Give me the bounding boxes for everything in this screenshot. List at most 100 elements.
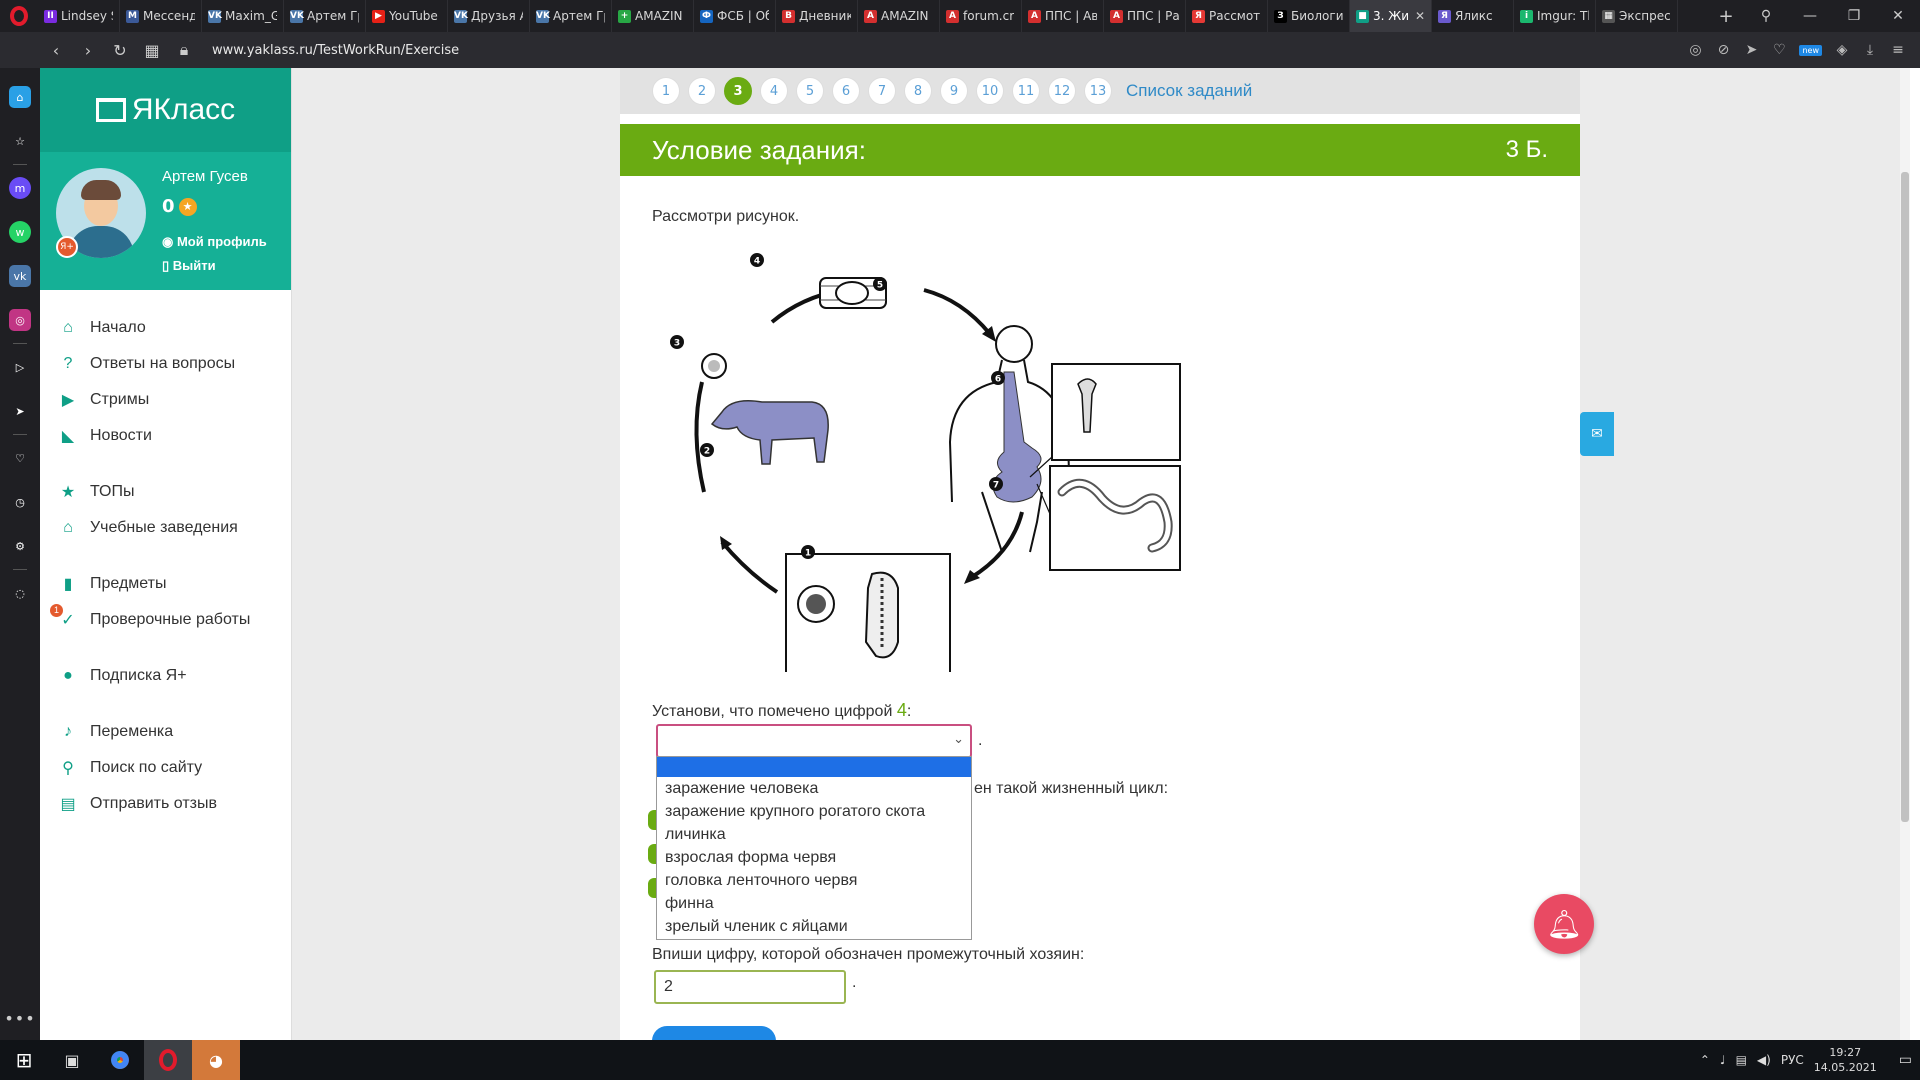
- browser-tab[interactable]: A ППС | Ав: [1022, 0, 1104, 32]
- browser-tab[interactable]: VKАртем Гр: [530, 0, 612, 32]
- game-app-icon[interactable]: ◕: [192, 1040, 240, 1080]
- settings-gear-icon[interactable]: ⚙: [9, 535, 31, 557]
- page-button[interactable]: 5: [796, 77, 824, 105]
- sidebar-item[interactable]: ▤ Отправить отзыв: [40, 786, 291, 822]
- dropdown-option[interactable]: заражение крупного рогатого скота: [657, 800, 971, 823]
- sidebar-item[interactable]: ★ ТОПы: [40, 474, 291, 510]
- tips-bulb-icon[interactable]: ◌: [9, 582, 31, 604]
- task-view-icon[interactable]: ▣: [48, 1040, 96, 1080]
- browser-tab[interactable]: B Дневник: [776, 0, 858, 32]
- maximize-button[interactable]: ❐: [1832, 0, 1876, 32]
- messenger-icon[interactable]: m: [9, 177, 31, 199]
- reload-button[interactable]: ↻: [104, 41, 136, 60]
- logout-link[interactable]: ▯ Выйти: [162, 258, 216, 274]
- sidebar-item[interactable]: ♪ Переменка: [40, 714, 291, 750]
- page-scrollbar[interactable]: [1900, 68, 1910, 1040]
- adblock-icon[interactable]: ⊘: [1715, 42, 1731, 58]
- more-dots-icon[interactable]: •••: [4, 1009, 35, 1028]
- network-icon[interactable]: ▤: [1736, 1053, 1747, 1067]
- page-button[interactable]: 9: [940, 77, 968, 105]
- new-feature-badge[interactable]: new: [1799, 44, 1822, 56]
- microphone-icon[interactable]: ♩: [1720, 1053, 1726, 1067]
- sidebar-item[interactable]: ◣ Новости: [40, 418, 291, 454]
- dropdown-option[interactable]: заражение человека: [657, 777, 971, 800]
- sidebar-item[interactable]: ✓ 1 Проверочные работы: [40, 602, 291, 638]
- browser-tab[interactable]: A ППС | Ра: [1104, 0, 1186, 32]
- language-indicator[interactable]: РУС: [1781, 1053, 1804, 1067]
- page-button[interactable]: 8: [904, 77, 932, 105]
- site-logo[interactable]: ЯКласс: [40, 68, 291, 152]
- browser-tab[interactable]: VKАртем Гр: [284, 0, 366, 32]
- notifications-bell-icon[interactable]: 🔔︎: [1534, 894, 1594, 954]
- bookmarks-icon[interactable]: ☆: [9, 130, 31, 152]
- url-field[interactable]: www.yaklass.ru/TestWorkRun/Exercise: [212, 43, 459, 58]
- page-button[interactable]: 11: [1012, 77, 1040, 105]
- intermediate-host-input[interactable]: 2: [654, 970, 846, 1004]
- speed-dial-icon[interactable]: ⌂: [9, 86, 31, 108]
- page-button[interactable]: 2: [688, 77, 716, 105]
- dropdown-option[interactable]: финна: [657, 892, 971, 915]
- browser-tab[interactable]: II Lindsey S: [38, 0, 120, 32]
- browser-tab[interactable]: ▶ YouTube: [366, 0, 448, 32]
- chrome-icon[interactable]: [96, 1040, 144, 1080]
- minimize-button[interactable]: —: [1788, 0, 1832, 32]
- page-button[interactable]: 7: [868, 77, 896, 105]
- browser-tab[interactable]: Aforum.cr: [940, 0, 1022, 32]
- instagram-icon[interactable]: ◎: [9, 309, 31, 331]
- browser-tab[interactable]: ▦ Экспрес: [1596, 0, 1678, 32]
- easy-setup-icon[interactable]: ≡: [1890, 42, 1906, 58]
- page-button[interactable]: 12: [1048, 77, 1076, 105]
- tabs-overview-button[interactable]: ▦: [136, 41, 168, 60]
- sidebar-item[interactable]: ● Подписка Я+: [40, 658, 291, 694]
- browser-tab[interactable]: ■ 3. Жи ✕: [1350, 0, 1432, 32]
- heart-icon[interactable]: ♡: [1771, 42, 1787, 58]
- close-tab-icon[interactable]: ✕: [1415, 9, 1425, 23]
- browser-tab[interactable]: VK Maxim_G: [202, 0, 284, 32]
- cube-icon[interactable]: ◈: [1834, 42, 1850, 58]
- volume-icon[interactable]: ◀): [1757, 1053, 1771, 1067]
- close-window-button[interactable]: ✕: [1876, 0, 1920, 32]
- dropdown-option[interactable]: взрослая форма червя: [657, 846, 971, 869]
- browser-tab[interactable]: Я Рассмотр: [1186, 0, 1268, 32]
- history-icon[interactable]: ◷: [9, 491, 31, 513]
- browser-tab[interactable]: Я Яликс: [1432, 0, 1514, 32]
- page-button[interactable]: 1: [652, 77, 680, 105]
- scrollbar-thumb[interactable]: [1901, 172, 1909, 822]
- page-button[interactable]: 6: [832, 77, 860, 105]
- sidebar-item[interactable]: ⚲ Поиск по сайту: [40, 750, 291, 786]
- send-icon[interactable]: ➤: [1743, 42, 1759, 58]
- sidebar-item[interactable]: ⌂ Начало: [40, 310, 291, 346]
- search-tabs-icon[interactable]: ⚲: [1744, 0, 1788, 32]
- start-button[interactable]: ⊞: [0, 1040, 48, 1080]
- browser-tab[interactable]: + AMAZIN: [612, 0, 694, 32]
- download-icon[interactable]: ⤓: [1862, 42, 1878, 58]
- browser-tab[interactable]: З Биологи: [1268, 0, 1350, 32]
- dropdown-option[interactable]: головка ленточного червя: [657, 869, 971, 892]
- profile-link[interactable]: ◉ Мой профиль: [162, 234, 267, 250]
- player-icon[interactable]: ▷: [9, 356, 31, 378]
- sidebar-item[interactable]: ▶ Стримы: [40, 382, 291, 418]
- sidebar-item[interactable]: ? Ответы на вопросы: [40, 346, 291, 382]
- opera-menu-button[interactable]: [0, 0, 38, 32]
- submit-answer-button[interactable]: [652, 1026, 776, 1040]
- browser-tab[interactable]: Ф ФСБ | Об: [694, 0, 776, 32]
- dropdown-option-empty[interactable]: [657, 757, 971, 777]
- browser-tab[interactable]: VK Друзья А: [448, 0, 530, 32]
- sidebar-item[interactable]: ⌂ Учебные заведения: [40, 510, 291, 546]
- page-button[interactable]: 3: [724, 77, 752, 105]
- clock[interactable]: 19:27 14.05.2021: [1814, 1045, 1877, 1075]
- camera-icon[interactable]: ◎: [1687, 42, 1703, 58]
- dropdown-option[interactable]: зрелый членик с яйцами: [657, 915, 971, 938]
- page-button[interactable]: 4: [760, 77, 788, 105]
- feedback-mail-icon[interactable]: ✉: [1580, 412, 1614, 456]
- forward-button[interactable]: ›: [72, 41, 104, 60]
- browser-tab[interactable]: A AMAZIN: [858, 0, 940, 32]
- flow-icon[interactable]: ➤: [9, 400, 31, 422]
- sidebar-item[interactable]: ▮ Предметы: [40, 566, 291, 602]
- tray-chevron-up-icon[interactable]: ⌃: [1700, 1053, 1710, 1067]
- browser-tab[interactable]: M Мессенд: [120, 0, 202, 32]
- browser-tab[interactable]: i Imgur: Th: [1514, 0, 1596, 32]
- page-button[interactable]: 13: [1084, 77, 1112, 105]
- page-button[interactable]: 10: [976, 77, 1004, 105]
- task-list-link[interactable]: Список заданий: [1126, 81, 1252, 101]
